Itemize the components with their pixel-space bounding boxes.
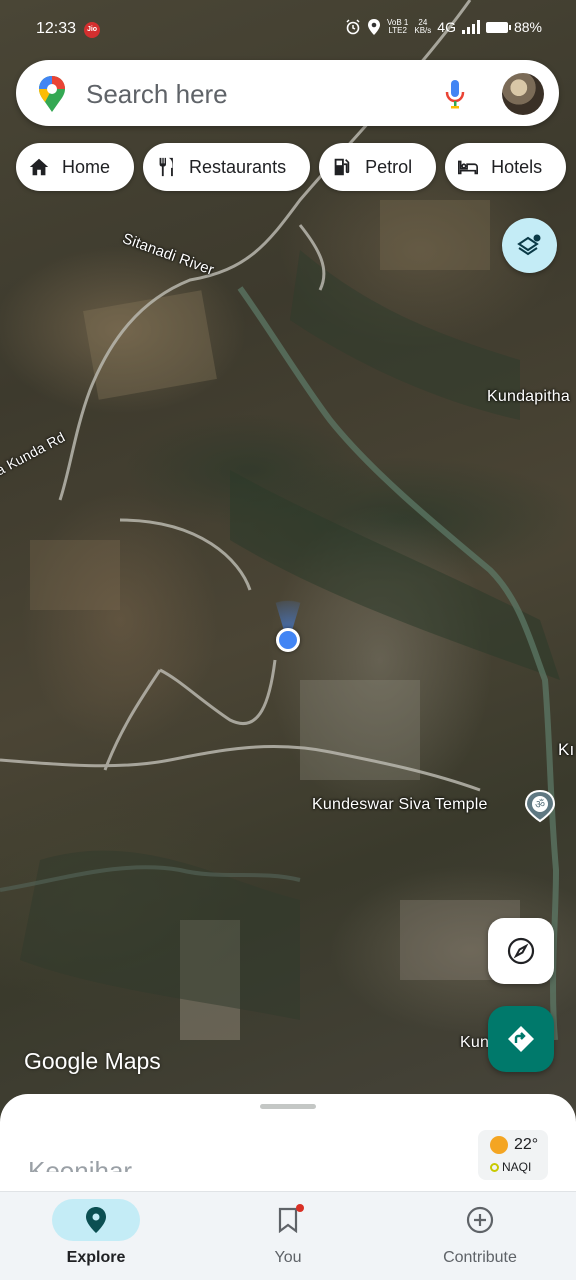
chip-hotels[interactable]: Hotels xyxy=(445,143,567,191)
google-maps-logo: Google Maps xyxy=(24,1048,161,1075)
chip-restaurants-label: Restaurants xyxy=(189,156,287,177)
compass-icon xyxy=(507,937,535,965)
directions-icon xyxy=(508,1026,534,1052)
nav-contribute[interactable]: Contribute xyxy=(384,1192,576,1280)
village-label[interactable]: Kundapitha xyxy=(487,388,570,406)
petrol-icon xyxy=(334,158,350,176)
plus-circle-icon xyxy=(466,1206,494,1234)
sheet-title: Keonjhar xyxy=(28,1156,133,1172)
layers-icon xyxy=(516,234,540,255)
maps-pin-icon xyxy=(39,76,65,112)
weather-aqi: NAQI xyxy=(502,1160,532,1174)
microphone-icon[interactable] xyxy=(444,78,466,110)
search-bar[interactable]: Search here xyxy=(16,60,559,126)
nav-contribute-pill xyxy=(436,1199,524,1241)
bottom-sheet[interactable]: Keonjhar 22° NAQI xyxy=(0,1094,576,1204)
search-input[interactable]: Search here xyxy=(86,79,228,110)
chip-petrol-label: Petrol xyxy=(365,156,413,177)
aqi-icon xyxy=(490,1163,499,1172)
status-icons: VoB 1 LTE2 24 KB/s 4G 88% xyxy=(345,18,542,36)
nav-you[interactable]: You xyxy=(192,1192,384,1280)
compass-button[interactable] xyxy=(488,918,554,984)
layers-button[interactable] xyxy=(502,218,557,273)
my-location-dot[interactable] xyxy=(276,628,300,652)
status-time: 12:33 xyxy=(36,20,77,37)
network-type: 4G xyxy=(437,19,456,35)
status-bar: 12:33 Jio VoB 1 LTE2 24 KB/s 4G 88% xyxy=(0,0,576,60)
bottom-nav: Explore You Contribute xyxy=(0,1191,576,1280)
sun-icon xyxy=(490,1136,508,1154)
avatar[interactable] xyxy=(502,73,544,115)
speed-indicator: 24 KB/s xyxy=(414,19,431,35)
jio-icon: Jio xyxy=(84,22,100,38)
chip-home[interactable]: Home xyxy=(16,143,135,191)
edge-label[interactable]: Kı xyxy=(558,740,574,760)
volte-bottom: LTE2 xyxy=(388,26,407,35)
alarm-icon xyxy=(346,19,360,35)
hotel-icon xyxy=(458,160,479,175)
nav-explore-label: Explore xyxy=(66,1249,126,1266)
signal-icon xyxy=(461,20,480,34)
svg-text:ॐ: ॐ xyxy=(535,798,545,811)
bookmark-icon xyxy=(278,1207,298,1233)
attribution-google: Google xyxy=(24,1048,99,1074)
nav-explore-pill xyxy=(52,1199,140,1241)
nav-contribute-label: Contribute xyxy=(443,1249,517,1266)
chip-petrol[interactable]: Petrol xyxy=(319,143,437,191)
nav-you-label: You xyxy=(274,1249,302,1266)
chip-home-label: Home xyxy=(62,156,111,177)
restaurant-icon xyxy=(159,157,173,177)
attribution-maps: Maps xyxy=(104,1048,161,1074)
temple-label[interactable]: Kundeswar Siva Temple xyxy=(312,796,488,814)
category-chips: Home Restaurants Petrol Hotels xyxy=(16,143,567,191)
volte-indicator: VoB 1 LTE2 xyxy=(387,19,408,35)
location-status-icon xyxy=(368,19,381,35)
home-icon xyxy=(29,158,49,176)
weather-temp: 22° xyxy=(514,1136,539,1153)
battery-icon xyxy=(485,21,511,33)
nav-you-pill xyxy=(244,1199,332,1241)
speed-unit: KB/s xyxy=(414,26,432,35)
sheet-drag-handle[interactable] xyxy=(260,1104,316,1109)
explore-pin-icon xyxy=(86,1207,106,1233)
battery-percent: 88% xyxy=(513,19,542,35)
chip-restaurants[interactable]: Restaurants xyxy=(143,143,311,191)
notification-dot xyxy=(296,1204,304,1212)
weather-chip[interactable]: 22° NAQI xyxy=(478,1130,548,1180)
temple-pin-icon[interactable]: ॐ xyxy=(523,789,557,823)
nav-explore[interactable]: Explore xyxy=(0,1192,192,1280)
chip-hotels-label: Hotels xyxy=(491,156,543,177)
directions-button[interactable] xyxy=(488,1006,554,1072)
